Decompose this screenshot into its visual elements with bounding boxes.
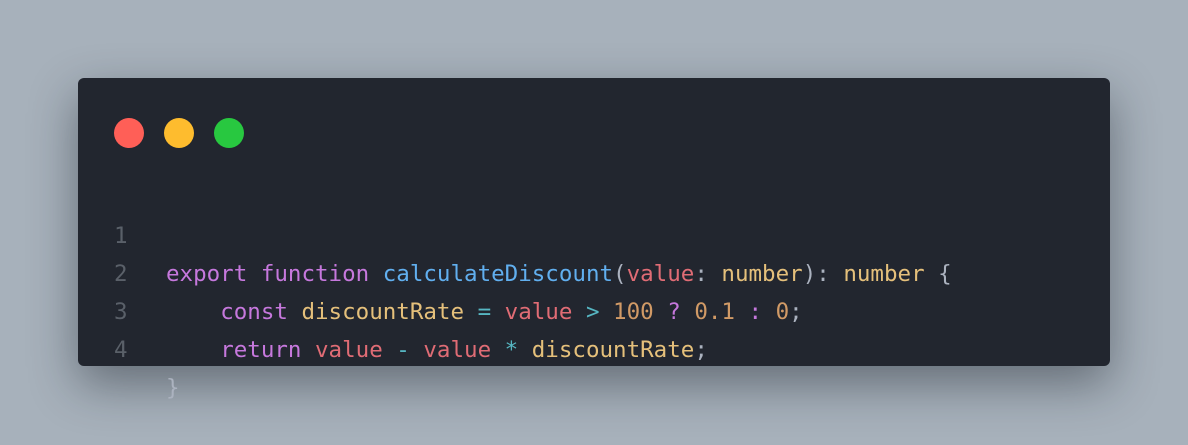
line-number: 4: [114, 337, 128, 363]
code-window: 1 export function calculateDiscount(valu…: [78, 78, 1110, 401]
maximize-button[interactable]: [214, 118, 244, 148]
minimize-button[interactable]: [164, 118, 194, 148]
close-button[interactable]: [114, 118, 144, 148]
code-token: return: [220, 337, 302, 363]
code-token: ;: [694, 337, 708, 363]
code-block: 1 export function calculateDiscount(valu…: [78, 179, 1110, 401]
code-line-4: 4 }: [78, 293, 1110, 401]
code-line-2: 2 const discountRate = value > 100 ? 0.1…: [78, 217, 1110, 325]
code-line-1: 1 export function calculateDiscount(valu…: [78, 179, 1110, 287]
code-line-3: 3 return value - value * discountRate;: [78, 255, 1110, 363]
code-line-content: return value - value * discountRate;: [166, 331, 708, 369]
code-token: }: [166, 375, 180, 401]
window-controls: [114, 118, 244, 148]
code-token: value: [315, 337, 383, 363]
code-line-content: }: [166, 369, 180, 407]
code-token: *: [504, 337, 519, 363]
code-token: discountRate: [531, 337, 695, 363]
code-token: value: [423, 337, 492, 363]
code-token: -: [396, 337, 410, 363]
